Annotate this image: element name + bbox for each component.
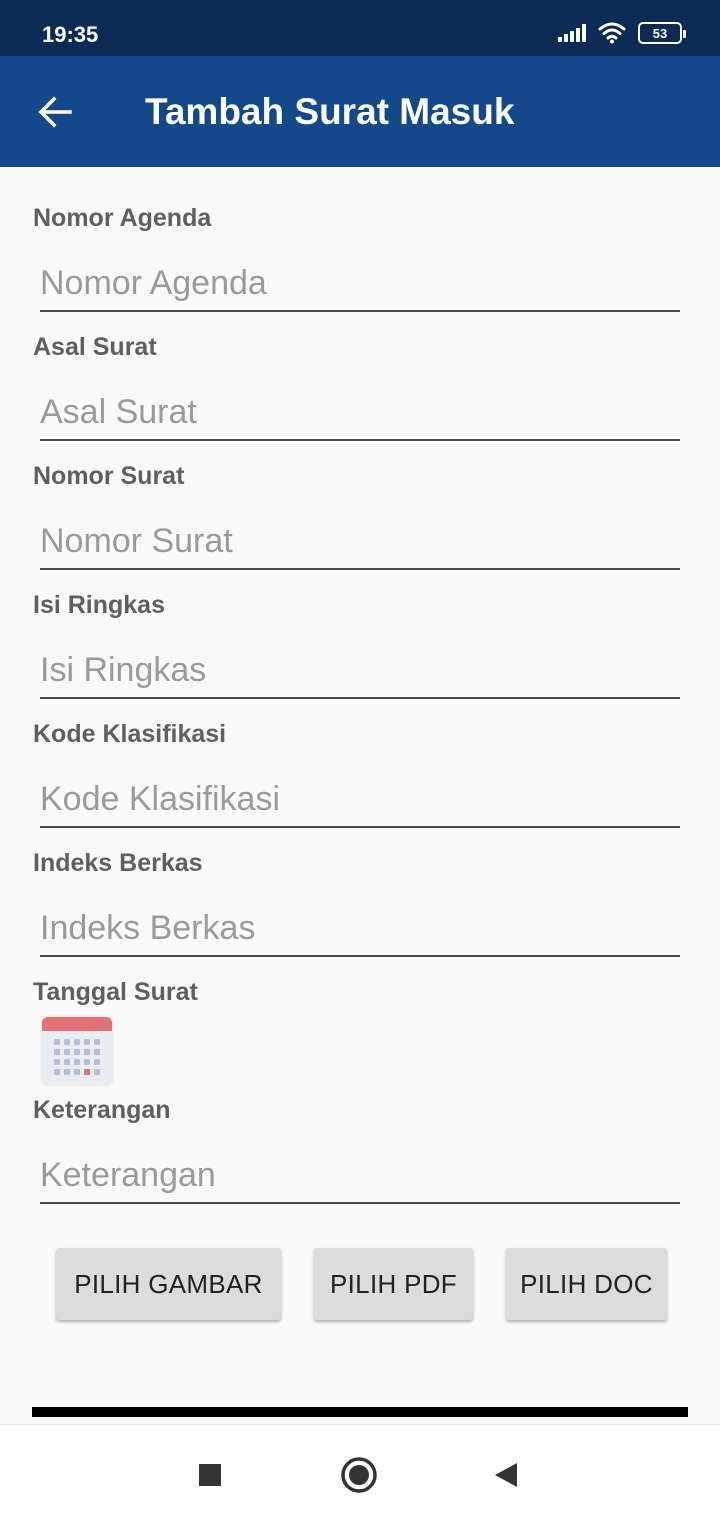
- label-kode-klasifikasi: Kode Klasifikasi: [33, 720, 227, 748]
- label-isi-ringkas: Isi Ringkas: [33, 591, 165, 619]
- system-back-button[interactable]: [486, 1455, 526, 1495]
- label-tanggal-surat: Tanggal Surat: [33, 978, 198, 1006]
- system-nav-bar: [0, 1424, 720, 1520]
- keterangan-input[interactable]: [40, 1148, 680, 1204]
- label-keterangan: Keterangan: [33, 1096, 171, 1124]
- calendar-icon[interactable]: [42, 1017, 112, 1085]
- pick-image-button[interactable]: PILIH GAMBAR: [56, 1248, 281, 1320]
- back-button[interactable]: [30, 88, 80, 136]
- pick-pdf-button[interactable]: PILIH PDF: [314, 1248, 473, 1320]
- isi-ringkas-input[interactable]: [40, 643, 680, 699]
- label-asal-surat: Asal Surat: [33, 333, 157, 361]
- pick-doc-button[interactable]: PILIH DOC: [506, 1248, 667, 1320]
- recent-apps-icon: [199, 1464, 221, 1486]
- nomor-agenda-input[interactable]: [40, 256, 680, 312]
- indeks-berkas-input[interactable]: [40, 901, 680, 957]
- status-bar: 19:35 53: [0, 0, 720, 56]
- status-time: 19:35: [42, 22, 99, 47]
- battery-level: 53: [652, 25, 668, 41]
- home-icon: [341, 1457, 377, 1493]
- recent-apps-button[interactable]: [190, 1455, 230, 1495]
- divider: [32, 1407, 688, 1417]
- label-indeks-berkas: Indeks Berkas: [33, 849, 203, 877]
- page-title: Tambah Surat Masuk: [145, 91, 515, 132]
- asal-surat-input[interactable]: [40, 385, 680, 441]
- nomor-surat-input[interactable]: [40, 514, 680, 570]
- status-icons: 53: [558, 22, 686, 44]
- wifi-icon: [598, 22, 626, 44]
- arrow-back-icon: [38, 96, 72, 128]
- kode-klasifikasi-input[interactable]: [40, 772, 680, 828]
- app-bar: Tambah Surat Masuk: [0, 56, 720, 167]
- signal-icon: [558, 24, 586, 42]
- label-nomor-agenda: Nomor Agenda: [33, 204, 212, 232]
- battery-icon: 53: [638, 22, 686, 44]
- label-nomor-surat: Nomor Surat: [33, 462, 185, 490]
- home-button[interactable]: [339, 1455, 379, 1495]
- back-triangle-icon: [495, 1463, 517, 1487]
